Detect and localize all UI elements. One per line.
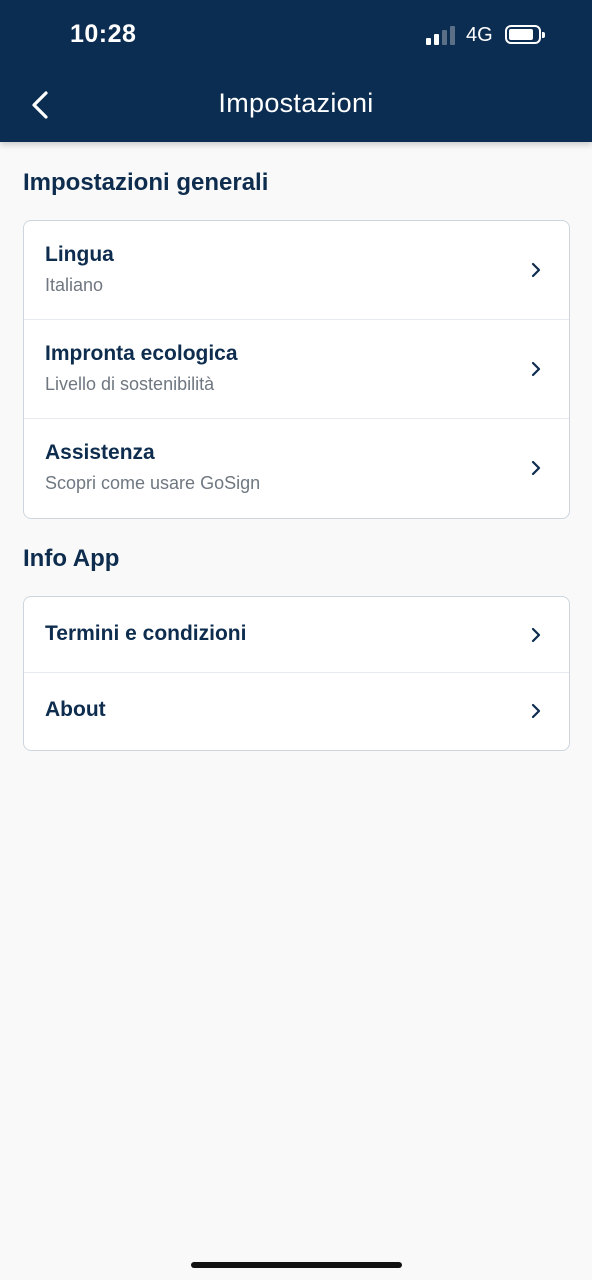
signal-bar — [426, 38, 431, 45]
settings-item-title: Termini e condizioni — [45, 622, 247, 645]
network-type: 4G — [466, 24, 493, 46]
settings-item-subtitle: Livello di sostenibilità — [45, 374, 215, 394]
chevron-right-icon — [531, 703, 541, 719]
settings-item-subtitle: Scopri come usare GoSign — [45, 473, 261, 493]
section-title-general: Impostazioni generali — [23, 169, 269, 196]
signal-bar — [442, 30, 447, 45]
chevron-right-icon — [531, 460, 541, 476]
status-time: 10:28 — [70, 20, 137, 48]
settings-item-title: About — [45, 698, 106, 721]
signal-bar — [450, 26, 455, 45]
settings-item-title: Assistenza — [45, 441, 155, 464]
page-title: Impostazioni — [218, 88, 374, 118]
battery-icon — [505, 25, 545, 44]
section-title-info: Info App — [23, 545, 120, 572]
battery-fill — [509, 29, 533, 40]
general-settings-card: Lingua Italiano Impronta ecologica Livel… — [23, 220, 570, 519]
settings-item-about[interactable]: About — [24, 673, 569, 749]
battery-nub — [542, 32, 545, 38]
settings-item-title: Lingua — [45, 243, 114, 266]
app-header: 10:28 4G Impostazioni — [0, 0, 592, 142]
chevron-right-icon — [531, 361, 541, 377]
home-indicator[interactable] — [191, 1262, 402, 1268]
settings-item-terms[interactable]: Termini e condizioni — [24, 597, 569, 673]
settings-item-title: Impronta ecologica — [45, 342, 238, 365]
settings-item-language[interactable]: Lingua Italiano — [24, 221, 569, 320]
settings-item-assistance[interactable]: Assistenza Scopri come usare GoSign — [24, 419, 569, 518]
settings-item-subtitle: Italiano — [45, 275, 104, 295]
chevron-right-icon — [531, 262, 541, 278]
info-app-card: Termini e condizioni About — [23, 596, 570, 751]
settings-item-ecological-footprint[interactable]: Impronta ecologica Livello di sostenibil… — [24, 320, 569, 419]
settings-screen: 10:28 4G Impostazioni Impostazioni gener… — [0, 0, 592, 1280]
signal-bar — [434, 34, 439, 45]
chevron-right-icon — [531, 627, 541, 643]
signal-strength-icon — [426, 25, 458, 45]
